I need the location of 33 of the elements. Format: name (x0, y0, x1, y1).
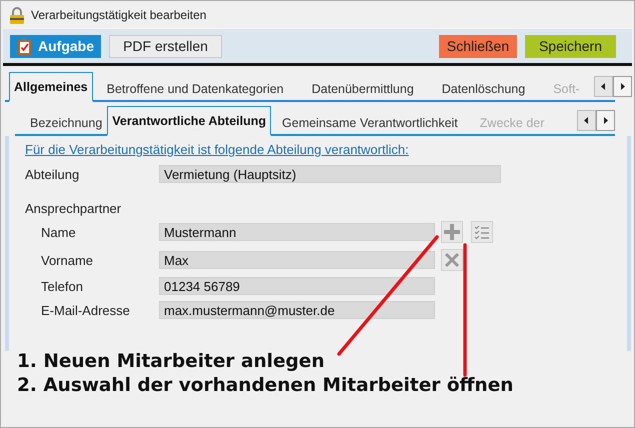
tab[interactable]: Datenübermittlung (298, 76, 428, 102)
input-field[interactable]: max.mustermann@muster.de (159, 301, 435, 319)
field-label: E-Mail-Adresse (40, 302, 131, 318)
input-field[interactable]: Mustermann (159, 223, 435, 241)
scroll-left-button[interactable] (594, 76, 613, 96)
tab[interactable]: Gemeinsame Verantwortlichkeit (271, 110, 469, 136)
tab[interactable]: Betroffene und Datenkategorien (92, 76, 298, 102)
department-field[interactable]: Vermietung (Hauptsitz) (159, 165, 501, 183)
field-label: Name (40, 224, 77, 240)
clipboard-icon (17, 38, 32, 54)
list-button[interactable] (471, 221, 493, 243)
field-label: Abteilung (25, 166, 80, 182)
scroll-right-button[interactable] (596, 110, 615, 130)
tab[interactable]: Allgemeines (9, 72, 93, 102)
pdf-button[interactable]: PDF erstellen (109, 34, 222, 58)
close-button[interactable]: Schließen (439, 34, 517, 58)
tab[interactable]: Bezeichnung (19, 110, 108, 136)
field-label: Telefon (40, 278, 84, 294)
window-title: Verarbeitungstätigkeit bearbeiten (31, 8, 206, 22)
field-label: Vorname (40, 252, 94, 268)
padlock-icon (9, 6, 25, 24)
annotation-text: 2. Auswahl der vorhandenen Mitarbeiter öffnen (17, 374, 514, 398)
input-field[interactable]: 01234 56789 (159, 277, 435, 295)
task-button[interactable]: Aufgabe (10, 34, 101, 58)
input-field[interactable]: Max (159, 251, 435, 269)
annotation-text: 1. Neuen Mitarbeiter anlegen (17, 350, 326, 374)
tab[interactable]: Verantwortliche Abteilung (107, 106, 272, 136)
scroll-left-button[interactable] (577, 110, 596, 130)
scroll-right-button[interactable] (612, 76, 632, 96)
section-link[interactable]: Für die Verarbeitungstätigkeit ist folgende Abteilung verantwortlich: (25, 142, 409, 157)
tab[interactable]: Datenlöschung (428, 76, 540, 102)
group-label: Ansprechpartner (25, 201, 122, 216)
save-button[interactable]: Speichern (525, 34, 616, 58)
